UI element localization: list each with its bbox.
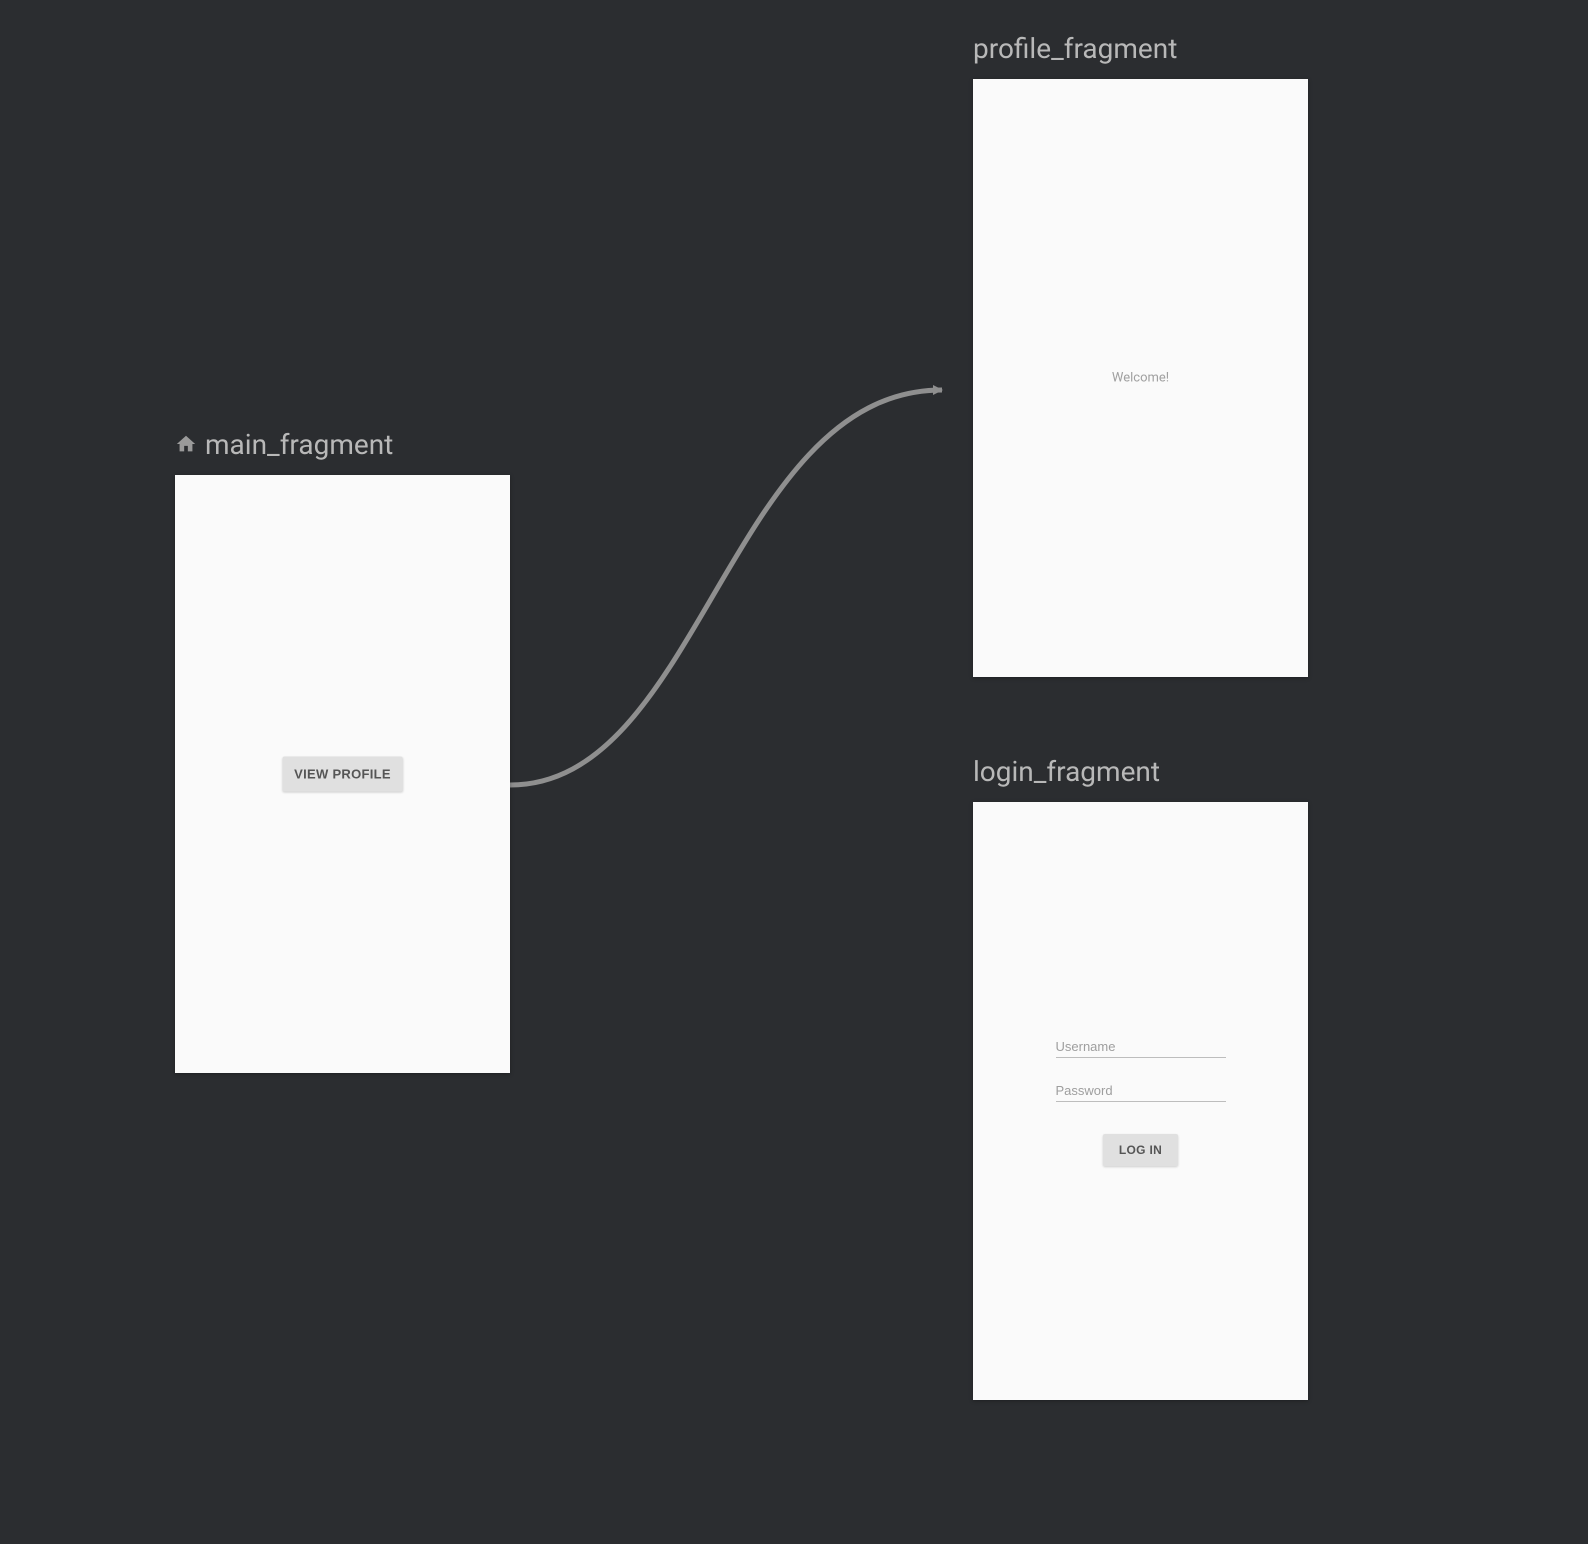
profile-fragment-title: profile_fragment xyxy=(973,32,1308,65)
login-form: LOG IN xyxy=(1056,1036,1226,1166)
login-fragment-title: login_fragment xyxy=(973,755,1308,788)
home-icon xyxy=(175,435,197,455)
login-fragment-block: login_fragment LOG IN xyxy=(973,755,1308,1400)
password-field[interactable] xyxy=(1056,1080,1226,1102)
main-fragment-block: main_fragment VIEW PROFILE xyxy=(175,428,510,1073)
login-fragment-title-text: login_fragment xyxy=(973,755,1160,788)
navigation-graph-canvas: main_fragment VIEW PROFILE profile_fragm… xyxy=(0,0,1588,1544)
main-fragment-screen: VIEW PROFILE xyxy=(175,475,510,1073)
main-fragment-title: main_fragment xyxy=(175,428,510,461)
login-fragment-screen: LOG IN xyxy=(973,802,1308,1400)
profile-fragment-title-text: profile_fragment xyxy=(973,32,1177,65)
welcome-label: Welcome! xyxy=(1112,371,1169,386)
view-profile-button[interactable]: VIEW PROFILE xyxy=(282,757,403,792)
profile-fragment-block: profile_fragment Welcome! xyxy=(973,32,1308,677)
profile-fragment-screen: Welcome! xyxy=(973,79,1308,677)
main-fragment-title-text: main_fragment xyxy=(205,428,393,461)
username-field[interactable] xyxy=(1056,1036,1226,1058)
login-button[interactable]: LOG IN xyxy=(1103,1134,1178,1166)
